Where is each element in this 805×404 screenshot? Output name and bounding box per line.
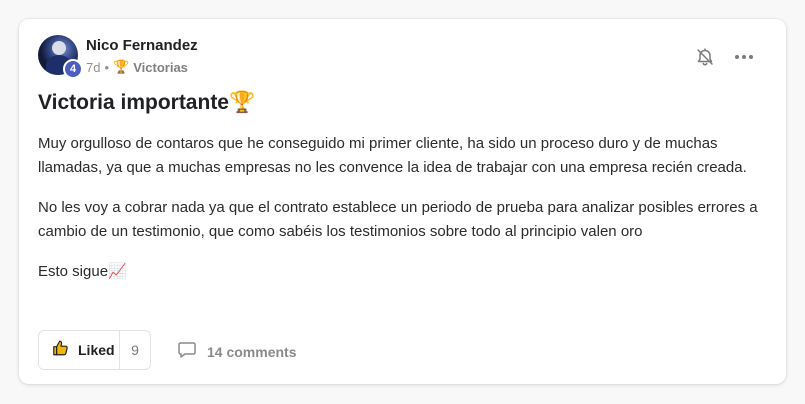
thumbs-up-icon [52,339,70,362]
more-dot [742,55,746,59]
post-card: 4 Nico Fernandez 7d • 🏆 Victorias Victor… [19,19,786,384]
author-name[interactable]: Nico Fernandez [86,37,198,54]
post-body: Muy orgulloso de contaros que he consegu… [38,132,768,300]
post-paragraph: Muy orgulloso de contaros que he consegu… [38,135,747,176]
more-options-icon[interactable] [733,47,755,67]
avatar[interactable]: 4 [38,35,83,79]
post-paragraph: Esto sigue📈 [38,263,127,280]
like-count[interactable]: 9 [120,342,150,358]
comments-button[interactable]: 14 comments [177,341,296,362]
like-button[interactable]: Liked 9 [38,330,151,370]
bell-off-icon[interactable] [695,47,715,67]
comment-icon [177,341,197,362]
trophy-icon: 🏆 [113,59,130,74]
comments-label: 14 comments [207,343,297,360]
post-meta: 7d • 🏆 Victorias [86,59,188,75]
post-title: Victoria importante🏆 [38,91,256,114]
more-dot [749,55,753,59]
more-dot [735,55,739,59]
like-toggle[interactable]: Liked [39,331,120,369]
time-ago: 7d [86,59,101,75]
meta-separator: • [104,59,110,75]
like-label: Liked [78,342,115,358]
category-link[interactable]: Victorias [133,60,188,75]
level-badge: 4 [63,59,83,79]
post-paragraph: No les voy a cobrar nada ya que el contr… [38,199,758,240]
